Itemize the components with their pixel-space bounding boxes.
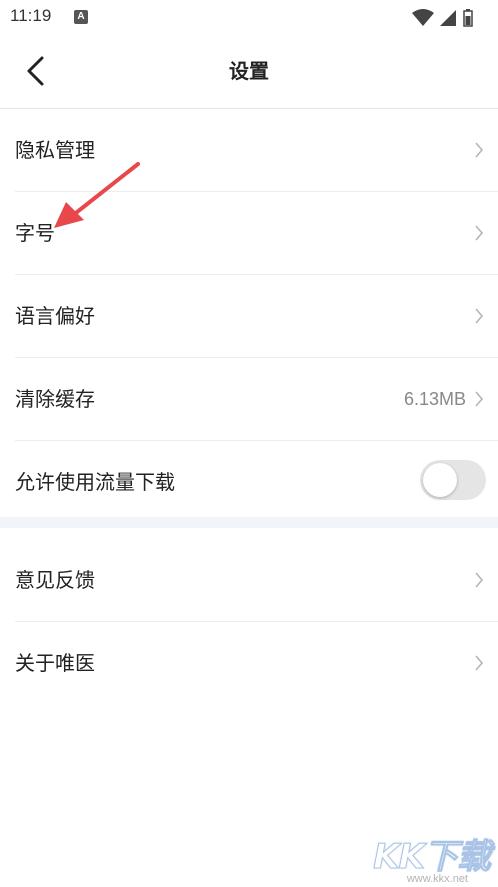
- watermark-brand: KK下载: [373, 837, 492, 878]
- page-title: 设置: [229, 59, 269, 83]
- signal-icon: [440, 10, 456, 26]
- language-preference-item[interactable]: 语言偏好: [15, 275, 498, 358]
- section-divider: [0, 517, 498, 528]
- wifi-icon: [412, 9, 434, 26]
- watermark-url: www.kkx.net: [406, 873, 468, 885]
- font-size-item[interactable]: 字号: [15, 192, 498, 275]
- settings-group-about: 意见反馈 关于唯医: [0, 539, 498, 704]
- row-label: 清除缓存: [15, 387, 95, 411]
- battery-icon: [463, 9, 473, 27]
- chevron-right-icon: [475, 225, 484, 241]
- row-label: 关于唯医: [15, 651, 95, 675]
- row-label: 隐私管理: [15, 138, 95, 162]
- status-time: 11:19: [10, 6, 52, 25]
- chevron-left-icon: [27, 56, 44, 86]
- feedback-item[interactable]: 意见反馈: [15, 539, 498, 622]
- about-item[interactable]: 关于唯医: [15, 622, 498, 704]
- mobile-data-toggle[interactable]: [420, 460, 486, 500]
- row-label: 语言偏好: [15, 304, 95, 328]
- header-bar: 设置: [0, 34, 498, 109]
- chevron-right-icon: [475, 142, 484, 158]
- chevron-right-icon: [475, 655, 484, 671]
- status-icons: [410, 8, 480, 28]
- notification-icon: A: [74, 10, 88, 24]
- mobile-data-download-item: 允许使用流量下载: [15, 441, 498, 523]
- privacy-management-item[interactable]: 隐私管理: [15, 109, 498, 192]
- row-label: 允许使用流量下载: [15, 470, 175, 494]
- toggle-knob: [423, 463, 457, 497]
- chevron-right-icon: [475, 572, 484, 588]
- clear-cache-item[interactable]: 清除缓存 6.13MB: [15, 358, 498, 441]
- chevron-right-icon: [475, 391, 484, 407]
- cache-size-value: 6.13MB: [403, 389, 466, 409]
- settings-group-general: 隐私管理 字号 语言偏好 清除缓存 6.13MB 允许使用流量下载: [0, 109, 498, 523]
- row-label: 意见反馈: [15, 568, 95, 592]
- watermark-logo: KK下载 www.kkx.net: [354, 829, 494, 886]
- status-bar: 11:19 A: [0, 0, 498, 34]
- back-button[interactable]: [16, 52, 54, 90]
- row-label: 字号: [15, 221, 55, 245]
- chevron-right-icon: [475, 308, 484, 324]
